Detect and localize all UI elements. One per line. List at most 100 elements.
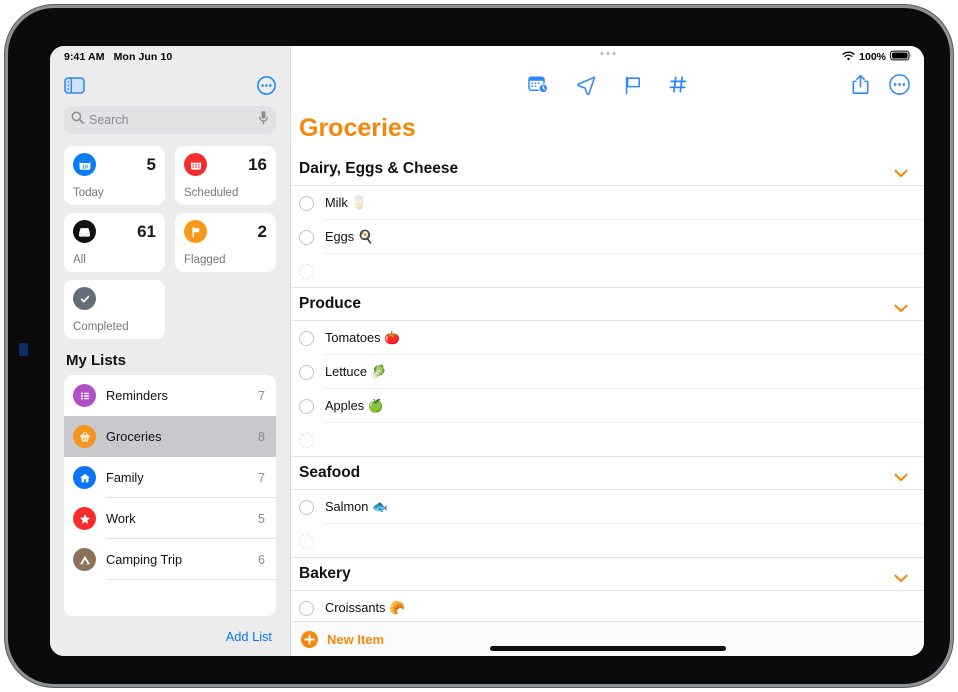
bezel-sensor-dot <box>19 343 28 356</box>
main-pane: 100% Groceries Dairy, Eggs & Cheese Milk… <box>290 46 924 656</box>
tent-icon <box>73 548 96 571</box>
todo-text: Croissants 🥐 <box>325 600 405 615</box>
status-bar-right: 100% <box>291 46 924 68</box>
main-more-circle-icon[interactable] <box>889 74 910 100</box>
checkbox-circle[interactable] <box>299 533 314 549</box>
main-toolbar <box>291 68 924 106</box>
page-title: Groceries <box>299 114 416 142</box>
smart-list-completed[interactable]: Completed <box>64 280 165 339</box>
section-header-produce[interactable]: Produce <box>291 288 924 321</box>
chevron-down-icon[interactable] <box>894 570 908 582</box>
sidebar-top-row <box>50 68 290 102</box>
smart-list-count: 61 <box>137 222 156 241</box>
remind-me-date-icon[interactable] <box>527 75 549 99</box>
checkbox-circle[interactable] <box>299 195 314 211</box>
sidebar-item-work[interactable]: Work 5 <box>64 498 276 539</box>
chevron-down-icon[interactable] <box>894 469 908 481</box>
todo-row-empty[interactable] <box>291 524 924 558</box>
todo-row[interactable]: Eggs 🍳 <box>291 220 924 254</box>
todo-row[interactable]: Apples 🍏 <box>291 389 924 423</box>
checkbox-circle[interactable] <box>299 499 314 515</box>
sidebar-item-groceries[interactable]: Groceries 8 <box>64 416 276 457</box>
svg-text:10: 10 <box>82 164 88 170</box>
flag-icon <box>184 220 207 243</box>
todo-row-empty[interactable] <box>291 254 924 288</box>
status-right-group: 100% <box>842 48 912 66</box>
checkbox-circle[interactable] <box>299 364 314 380</box>
new-item-label: New Item <box>327 631 385 647</box>
smart-list-scheduled[interactable]: 16 Scheduled <box>175 146 276 205</box>
battery-icon <box>890 48 912 66</box>
todo-text: Milk 🥛 <box>325 195 368 210</box>
section-header-bakery[interactable]: Bakery <box>291 558 924 591</box>
todo-row-empty[interactable] <box>291 423 924 457</box>
location-arrow-icon[interactable] <box>576 75 597 100</box>
sidebar-item-family[interactable]: Family 7 <box>64 457 276 498</box>
sidebar-item-count: 7 <box>258 388 265 403</box>
search-input[interactable]: Search <box>64 106 276 134</box>
section-header-seafood[interactable]: Seafood <box>291 457 924 490</box>
checkbox-circle[interactable] <box>299 600 314 616</box>
plus-circle-icon[interactable] <box>301 630 318 648</box>
inbox-tray-icon <box>73 220 96 243</box>
checkbox-circle[interactable] <box>299 398 314 414</box>
checkbox-circle[interactable] <box>299 432 314 448</box>
section-header-dairy-eggs-cheese[interactable]: Dairy, Eggs & Cheese <box>291 153 924 186</box>
sidebar-toggle-icon[interactable] <box>64 76 85 94</box>
tag-hash-icon[interactable] <box>669 75 688 99</box>
row-divider <box>291 287 924 288</box>
smart-list-all[interactable]: 61 All <box>64 213 165 272</box>
todo-row[interactable]: Croissants 🥐 <box>291 591 924 621</box>
chevron-down-icon[interactable] <box>894 300 908 312</box>
sidebar-item-count: 7 <box>258 470 265 485</box>
smart-list-count: 16 <box>248 155 267 174</box>
smart-list-label: Scheduled <box>184 187 239 199</box>
todo-text: Tomatoes 🍅 <box>325 330 400 345</box>
microphone-icon[interactable] <box>258 110 269 130</box>
smart-list-label: Completed <box>73 321 129 333</box>
status-bar-left: 9:41 AM Mon Jun 10 <box>50 46 290 68</box>
sidebar-item-camping-trip[interactable]: Camping Trip 6 <box>64 539 276 580</box>
sidebar-item-label: Family <box>106 470 144 485</box>
todo-text: Eggs 🍳 <box>325 229 374 244</box>
search-placeholder: Search <box>89 113 129 127</box>
my-lists-card: Reminders 7 Groceries 8 Family 7 Work 5 … <box>64 375 276 616</box>
checkbox-circle[interactable] <box>299 330 314 346</box>
section-title: Dairy, Eggs & Cheese <box>299 160 459 177</box>
share-icon[interactable] <box>852 74 869 100</box>
basket-icon <box>73 425 96 448</box>
window-handle-ellipsis-icon[interactable] <box>600 52 615 55</box>
star-icon <box>73 507 96 530</box>
smart-list-today[interactable]: 10 5 Today <box>64 146 165 205</box>
checkbox-circle[interactable] <box>299 263 314 279</box>
flag-icon[interactable] <box>624 75 642 100</box>
todo-row[interactable]: Lettuce 🥬 <box>291 355 924 389</box>
sidebar-item-label: Groceries <box>106 429 162 444</box>
sidebar-item-label: Work <box>106 511 136 526</box>
sidebar-item-label: Reminders <box>106 388 168 403</box>
calendar-icon <box>184 153 207 176</box>
sidebar-more-circle-icon[interactable] <box>257 75 276 95</box>
sidebar-item-count: 6 <box>258 552 265 567</box>
smart-list-flagged[interactable]: 2 Flagged <box>175 213 276 272</box>
todo-row[interactable]: Salmon 🐟 <box>291 490 924 524</box>
add-list-button[interactable]: Add List <box>226 629 272 644</box>
section-title: Bakery <box>299 565 351 582</box>
todo-text: Lettuce 🥬 <box>325 364 387 379</box>
search-icon <box>71 111 84 129</box>
chevron-down-icon[interactable] <box>894 165 908 177</box>
smart-list-label: All <box>73 254 86 266</box>
my-lists-heading: My Lists <box>66 352 127 369</box>
reminders-scroll-area[interactable]: Groceries Dairy, Eggs & Cheese Milk 🥛 Eg… <box>291 106 924 621</box>
device-frame: 9:41 AM Mon Jun 10 Search 10 5 Today 16 … <box>8 8 950 684</box>
wifi-icon <box>842 48 855 66</box>
calendar-day-icon: 10 <box>73 153 96 176</box>
todo-row[interactable]: Tomatoes 🍅 <box>291 321 924 355</box>
house-icon <box>73 466 96 489</box>
checkbox-circle[interactable] <box>299 229 314 245</box>
battery-percentage: 100% <box>859 51 886 63</box>
sidebar-item-reminders[interactable]: Reminders 7 <box>64 375 276 416</box>
todo-text: Apples 🍏 <box>325 398 384 413</box>
todo-row[interactable]: Milk 🥛 <box>291 186 924 220</box>
todo-text: Salmon 🐟 <box>325 499 388 514</box>
